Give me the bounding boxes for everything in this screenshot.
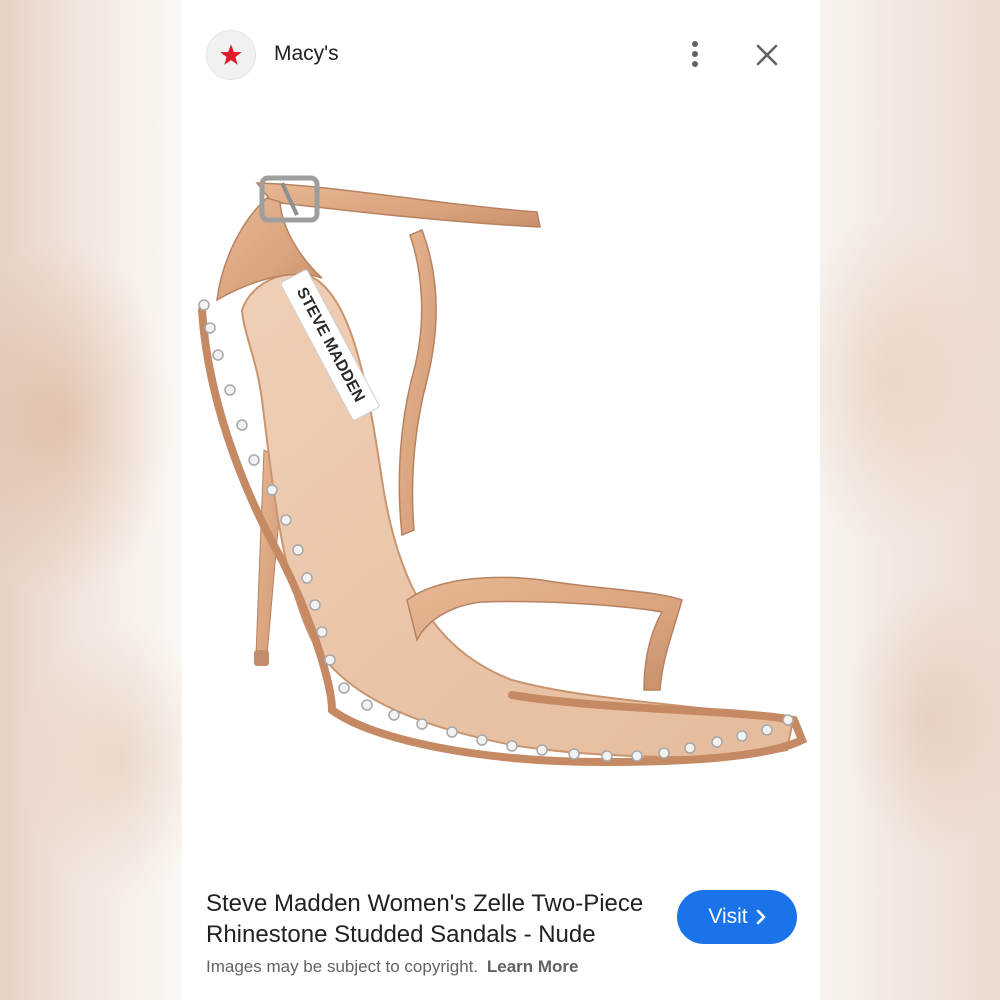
chevron-right-icon (756, 909, 765, 925)
close-icon (756, 44, 778, 66)
visit-label: Visit (708, 905, 748, 928)
visit-button[interactable]: Visit (677, 890, 797, 944)
copyright-notice: Images may be subject to copyright. Lear… (206, 957, 579, 977)
result-title[interactable]: Steve Madden Women's Zelle Two-Piece Rhi… (206, 888, 656, 950)
site-logo[interactable] (206, 30, 256, 80)
site-name[interactable]: Macy's (274, 42, 339, 66)
blurred-background-left (0, 0, 182, 1000)
macys-star-icon (220, 44, 242, 65)
close-button[interactable] (750, 38, 784, 72)
image-preview-panel: Macy's STEVE MADDEN Steve Madden Women's… (182, 0, 820, 1000)
preview-header: Macy's (182, 26, 820, 84)
more-vert-icon (692, 41, 698, 67)
blurred-background-right (820, 0, 1000, 1000)
more-options-button[interactable] (680, 36, 710, 72)
copyright-text: Images may be subject to copyright. (206, 957, 479, 976)
learn-more-link[interactable]: Learn More (487, 957, 579, 976)
sandal-illustration (198, 175, 808, 767)
product-image[interactable]: STEVE MADDEN (182, 150, 820, 830)
